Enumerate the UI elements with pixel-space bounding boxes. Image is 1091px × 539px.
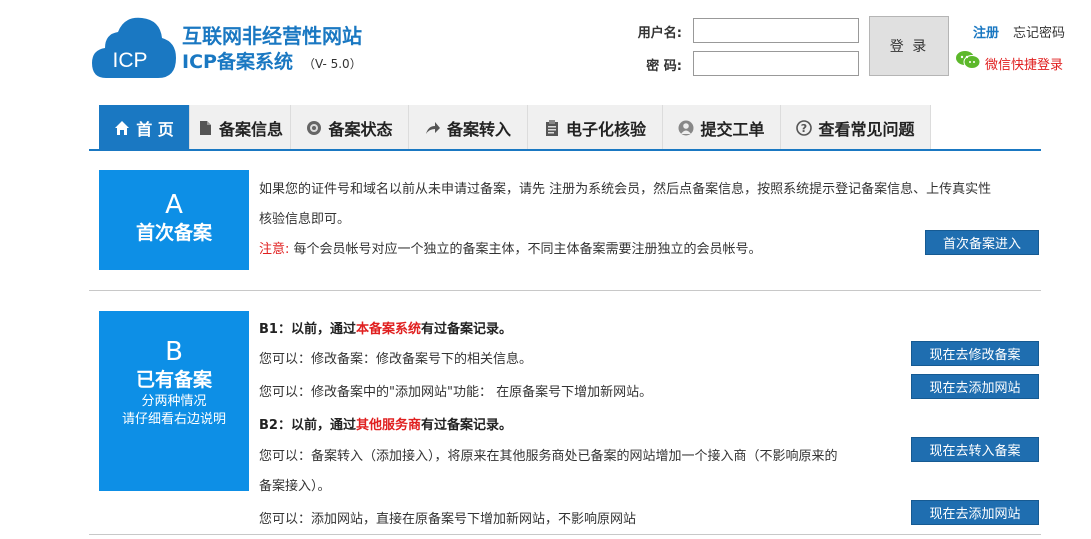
section-b-letter: B xyxy=(165,337,183,367)
nav-item-record-info[interactable]: 备案信息 xyxy=(190,105,291,150)
modify-record-button[interactable]: 现在去修改备案 xyxy=(911,341,1039,366)
b1-prefix: B1：以前，通过 xyxy=(259,322,356,337)
nav-item-faq[interactable]: ? 查看常见问题 xyxy=(781,105,931,150)
system-title-text: ICP备案系统 xyxy=(182,51,293,73)
svg-text:?: ? xyxy=(801,122,807,135)
register-link[interactable]: 注册 xyxy=(973,22,999,41)
home-icon xyxy=(115,120,130,135)
b1-line1: 您可以：修改备案：修改备案号下的相关信息。 xyxy=(259,352,533,367)
separator-bottom xyxy=(89,534,1041,535)
nav-item-label: 备案转入 xyxy=(446,119,511,139)
password-label: 密 码: xyxy=(646,59,682,74)
icp-cloud-logo: ICP xyxy=(92,17,176,78)
section-a-desc-line2: 核验信息即可。 xyxy=(259,212,351,227)
b2-suffix: 有过备案记录。 xyxy=(420,418,512,433)
user-icon xyxy=(678,120,694,135)
nav-underline xyxy=(89,149,1041,151)
nav-item-label: 查看常见问题 xyxy=(818,119,915,139)
nav-item-label: 提交工单 xyxy=(700,119,765,139)
question-icon: ? xyxy=(796,119,813,136)
nav-item-label: 电子化核验 xyxy=(565,119,646,139)
nav-item-label: 备案信息 xyxy=(218,119,283,139)
section-a-letter: A xyxy=(165,190,183,220)
section-b-sub1: 分两种情况 xyxy=(141,394,207,409)
system-title: ICP备案系统 （V- 5.0） xyxy=(182,50,362,76)
nav-item-home[interactable]: 首 页 xyxy=(99,105,190,150)
section-a-title: 首次备案 xyxy=(135,222,212,244)
b2-line2: 您可以：添加网站，直接在原备案号下增加新网站，不影响原网站 xyxy=(259,512,637,527)
nav-item-label: 首 页 xyxy=(136,119,174,139)
b2-heading: B2：以前，通过其他服务商有过备案记录。 xyxy=(259,414,512,433)
version-label: （V- 5.0） xyxy=(302,57,362,71)
b2-highlight: 其他服务商 xyxy=(355,418,421,433)
b1-line2: 您可以：修改备案中的"添加网站"功能： 在原备案号下增加新网站。 xyxy=(259,385,653,400)
nav-item-label: 备案状态 xyxy=(328,119,393,139)
separator xyxy=(89,290,1041,291)
wechat-icon[interactable] xyxy=(955,50,981,70)
document-icon xyxy=(199,120,211,135)
status-icon xyxy=(307,120,322,135)
username-label: 用户名: xyxy=(637,26,682,41)
username-input[interactable] xyxy=(693,18,859,43)
section-b-sub2: 请仔细看右边说明 xyxy=(121,412,226,427)
section-b-box: B 已有备案 分两种情况 请仔细看右边说明 xyxy=(99,311,249,491)
section-a-desc-line1: 如果您的证件号和域名以前从未申请过备案，请先 注册为系统会员，然后点备案信息，按… xyxy=(259,182,992,197)
nav-item-record-status[interactable]: 备案状态 xyxy=(291,105,409,150)
share-arrow-icon xyxy=(425,121,440,134)
nav-item-electronic-verify[interactable]: 电子化核验 xyxy=(528,105,663,150)
section-a-box: A 首次备案 xyxy=(99,170,249,270)
add-website-button-2[interactable]: 现在去添加网站 xyxy=(911,500,1039,525)
add-website-button[interactable]: 现在去添加网站 xyxy=(911,374,1039,399)
b2-line1: 您可以：备案转入（添加接入），将原来在其他服务商处已备案的网站增加一个接入商（不… xyxy=(259,449,838,464)
b1-highlight: 本备案系统 xyxy=(355,322,421,337)
main-nav: 首 页 备案信息 备案状态 备案转入 电子化核验 提交工单 ? 查看常见问题 xyxy=(99,105,931,150)
nav-item-submit-ticket[interactable]: 提交工单 xyxy=(663,105,781,150)
b2-line1b: 备案接入）。 xyxy=(259,479,331,494)
logo-text: ICP xyxy=(112,49,147,72)
first-record-enter-button[interactable]: 首次备案进入 xyxy=(925,230,1039,255)
note-label: 注意: xyxy=(259,242,290,257)
login-button[interactable]: 登 录 xyxy=(869,16,949,76)
b1-suffix: 有过备案记录。 xyxy=(420,322,512,337)
forget-password-link[interactable]: 忘记密码 xyxy=(1013,22,1065,41)
site-title: 互联网非经营性网站 xyxy=(182,24,362,48)
section-b-title: 已有备案 xyxy=(135,369,212,391)
b1-heading: B1：以前，通过本备案系统有过备案记录。 xyxy=(259,318,512,337)
note-text: 每个会员帐号对应一个独立的备案主体，不同主体备案需要注册独立的会员帐号。 xyxy=(289,242,762,257)
nav-item-record-transfer[interactable]: 备案转入 xyxy=(409,105,528,150)
password-input[interactable] xyxy=(693,51,859,76)
wechat-login-link[interactable]: 微信快捷登录 xyxy=(985,54,1063,73)
b2-prefix: B2：以前，通过 xyxy=(259,418,356,433)
section-a-note: 注意: 每个会员帐号对应一个独立的备案主体，不同主体备案需要注册独立的会员帐号。 xyxy=(259,238,762,257)
transfer-record-button[interactable]: 现在去转入备案 xyxy=(911,437,1039,462)
clipboard-icon xyxy=(545,119,558,136)
